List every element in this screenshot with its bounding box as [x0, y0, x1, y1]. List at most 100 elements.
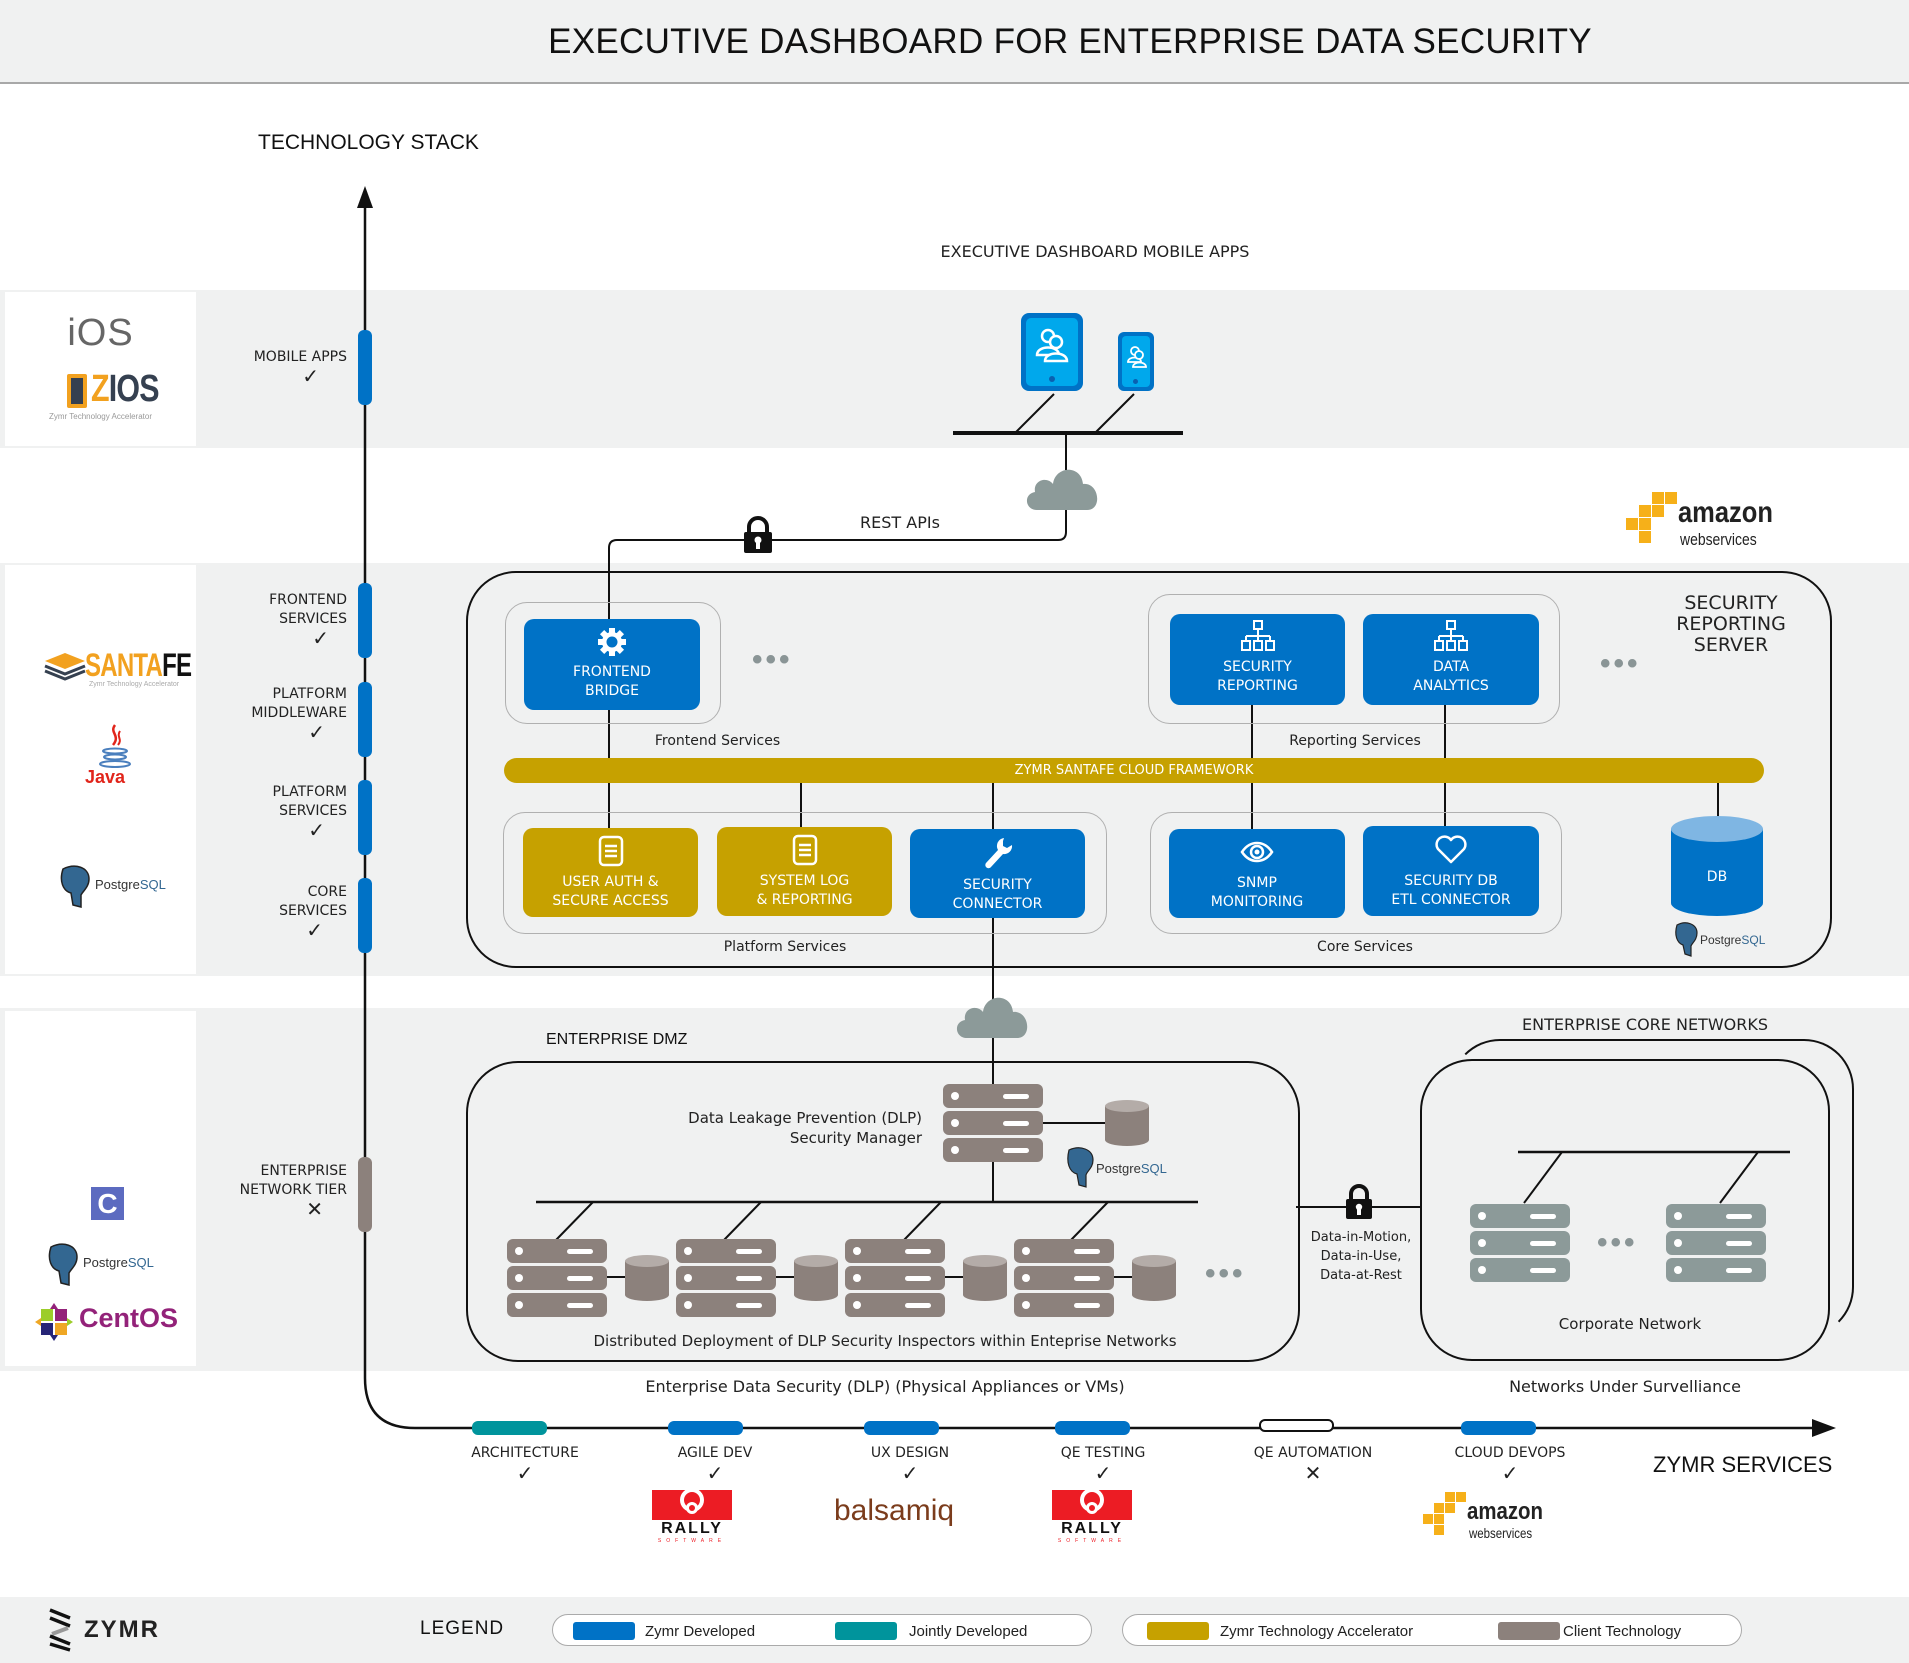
server-icon	[943, 1084, 1043, 1108]
document-icon	[792, 834, 817, 866]
surveillance-caption: Networks Under Survelliance	[1509, 1377, 1741, 1396]
legend-label: Jointly Developed	[909, 1623, 1028, 1640]
platform-services-caption: Platform Services	[723, 939, 847, 955]
server-icon	[1470, 1231, 1570, 1255]
server-icon	[676, 1239, 776, 1263]
database-icon	[1132, 1255, 1176, 1301]
service-pill-ux-design	[864, 1421, 939, 1435]
server-icon	[676, 1266, 776, 1290]
check-icon: ✓	[901, 1461, 919, 1485]
users-icon	[1035, 328, 1069, 363]
document-icon	[598, 835, 623, 867]
server-icon	[1666, 1231, 1766, 1255]
service-cloud-devops: CLOUD DEVOPS ✓	[1425, 1445, 1595, 1485]
module-system-log[interactable]: SYSTEM LOG & REPORTING	[717, 827, 892, 916]
more-dots: •••	[1597, 1226, 1638, 1259]
tier-pill-platform-services	[358, 780, 372, 855]
server-icon	[1666, 1258, 1766, 1282]
axis-arrow-right	[1812, 1419, 1836, 1437]
module-user-auth[interactable]: USER AUTH & SECURE ACCESS	[523, 828, 698, 917]
module-snmp-monitoring[interactable]: SNMP MONITORING	[1169, 829, 1345, 918]
legend-swatch-client-technology	[1498, 1622, 1560, 1640]
server-icon	[845, 1266, 945, 1290]
users-icon	[1127, 346, 1147, 368]
rest-apis-label: REST APIs	[860, 513, 940, 532]
server-title: SECURITY REPORTING SERVER	[1676, 592, 1786, 656]
tier-label-enterprise-network: ENTERPRISE NETWORK TIER ✕	[200, 1162, 347, 1219]
server-icon	[1470, 1204, 1570, 1228]
server-icon	[1470, 1258, 1570, 1282]
service-pill-qe-automation	[1259, 1419, 1334, 1432]
rally-logo: RALLY SOFTWARE	[1052, 1488, 1132, 1544]
rally-mark-icon	[1080, 1488, 1104, 1514]
legend-label: Zymr Developed	[645, 1623, 756, 1640]
santafe-cloud-framework-bar: ZYMR SANTAFE CLOUD FRAMEWORK	[504, 758, 1764, 783]
aws-cubes-icon	[1626, 492, 1677, 543]
tier-label-frontend-services: FRONTEND SERVICES ✓	[200, 591, 347, 648]
eye-icon	[1240, 841, 1274, 863]
database-icon	[963, 1255, 1007, 1301]
check-icon: ✓	[1094, 1461, 1112, 1485]
check-icon: ✓	[306, 918, 323, 942]
inspectors-caption: Distributed Deployment of DLP Security I…	[593, 1332, 1177, 1350]
server-icon	[1014, 1239, 1114, 1263]
enterprise-dmz-title: ENTERPRISE DMZ	[546, 1031, 688, 1048]
legend-swatch-zymr-developed	[573, 1622, 635, 1640]
aws-logo: amazon webservices	[1626, 492, 1773, 555]
cross-icon: ✕	[306, 1197, 323, 1221]
module-data-analytics[interactable]: DATA ANALYTICS	[1363, 614, 1539, 705]
legend-group-1: Zymr Developed Jointly Developed	[552, 1614, 1092, 1646]
tier-label-core-services: CORE SERVICES ✓	[200, 883, 347, 940]
legend-swatch-jointly-developed	[835, 1622, 897, 1640]
dlp-caption: Enterprise Data Security (DLP) (Physical…	[645, 1377, 1125, 1396]
check-icon: ✓	[1501, 1461, 1519, 1485]
cloud-icon	[956, 997, 1028, 1038]
db-label: DB	[1706, 869, 1728, 885]
zymr-logo-icon	[49, 1608, 71, 1652]
service-agile-dev: AGILE DEV ✓	[630, 1445, 800, 1485]
server-icon	[1666, 1204, 1766, 1228]
corporate-network-label: Corporate Network	[1558, 1315, 1702, 1333]
lock-icon	[744, 516, 772, 553]
check-icon: ✓	[706, 1461, 724, 1485]
tier-label-platform-services: PLATFORM SERVICES ✓	[200, 783, 347, 840]
heart-icon	[1435, 835, 1467, 864]
service-pill-cloud-devops	[1461, 1421, 1536, 1435]
service-pill-architecture	[472, 1421, 547, 1435]
zymr-brand: ZYMR	[84, 1616, 160, 1643]
wrench-icon	[984, 838, 1012, 869]
check-icon: ✓	[312, 626, 329, 650]
server-icon	[1014, 1293, 1114, 1317]
check-icon: ✓	[516, 1461, 534, 1485]
phone-icon	[1118, 332, 1154, 391]
rally-logo: RALLY SOFTWARE	[652, 1488, 732, 1544]
more-dots: •••	[1600, 647, 1641, 680]
service-pill-agile-dev	[668, 1421, 743, 1435]
server-icon	[507, 1266, 607, 1290]
aws-logo: amazon webservices	[1423, 1492, 1543, 1547]
legend-title: LEGEND	[420, 1618, 505, 1639]
module-security-reporting[interactable]: SECURITY REPORTING	[1170, 614, 1345, 705]
postgresql-elephant-icon	[1675, 922, 1698, 957]
server-icon	[845, 1239, 945, 1263]
module-security-db-etl[interactable]: SECURITY DB ETL CONNECTOR	[1363, 826, 1539, 916]
legend-swatch-technology-accelerator	[1147, 1622, 1209, 1640]
server-icon	[507, 1239, 607, 1263]
module-frontend-bridge[interactable]: FRONTEND BRIDGE	[524, 619, 700, 710]
reporting-services-caption: Reporting Services	[1289, 733, 1421, 749]
tier-label-mobile-apps: MOBILE APPS ✓	[200, 348, 347, 386]
module-security-connector[interactable]: SECURITY CONNECTOR	[910, 829, 1085, 918]
rally-mark-icon	[680, 1488, 704, 1514]
postgresql-logo: PostgreSQL	[1672, 922, 1765, 963]
service-pill-qe-testing	[1055, 1421, 1130, 1435]
horizontal-axis-label: ZYMR SERVICES	[1653, 1452, 1833, 1477]
tier-pill-enterprise-network	[358, 1157, 372, 1232]
gear-icon	[598, 628, 626, 656]
cross-icon: ✕	[1304, 1461, 1322, 1485]
service-qe-testing: QE TESTING ✓	[1018, 1445, 1188, 1485]
mobile-section-title: EXECUTIVE DASHBOARD MOBILE APPS	[940, 242, 1250, 261]
server-icon	[507, 1293, 607, 1317]
tier-pill-platform-middleware	[358, 682, 372, 757]
check-icon: ✓	[308, 720, 325, 744]
dlp-manager-label: Data Leakage Prevention (DLP) Security Ma…	[688, 1109, 922, 1147]
